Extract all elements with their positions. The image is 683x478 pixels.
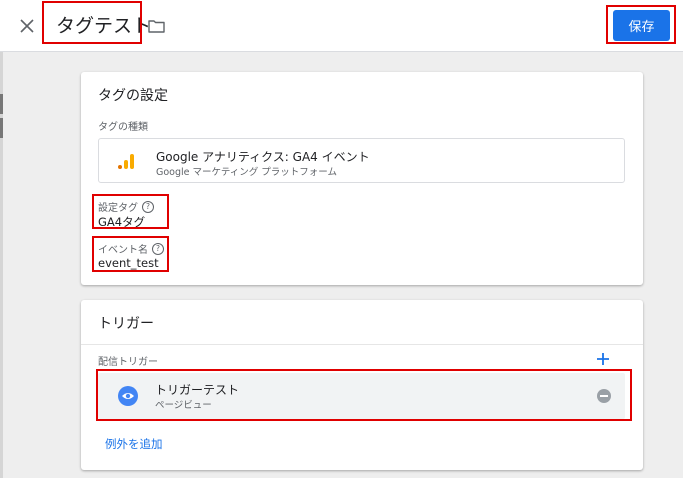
plus-icon <box>597 353 609 365</box>
tag-type-selector[interactable]: Google アナリティクス: GA4 イベント Google マーケティング … <box>98 138 625 183</box>
triggers-title: トリガー <box>98 316 154 332</box>
trigger-item[interactable]: トリガーテスト ページビュー <box>98 373 625 419</box>
event-name-value[interactable]: event_test <box>98 256 159 270</box>
left-gutter <box>0 52 3 478</box>
help-icon[interactable]: ? <box>152 242 164 255</box>
top-bar: タグテスト 保存 <box>0 0 683 52</box>
google-analytics-icon <box>118 154 134 169</box>
firing-triggers-label: 配信トリガー <box>98 357 158 368</box>
gutter-marker <box>0 94 3 114</box>
config-tag-value[interactable]: GA4タグ <box>98 214 145 230</box>
triggers-card: トリガー 配信トリガー トリガーテスト ページビュー 例外を追加 <box>81 300 643 470</box>
folder-icon <box>147 20 165 33</box>
save-button[interactable]: 保存 <box>613 10 670 41</box>
tag-type-name: Google アナリティクス: GA4 イベント <box>156 150 370 164</box>
add-exception-link[interactable]: 例外を追加 <box>105 436 163 452</box>
folder-button[interactable] <box>145 16 167 36</box>
tag-type-platform: Google マーケティング プラットフォーム <box>156 167 337 178</box>
add-trigger-button[interactable] <box>594 350 612 368</box>
close-button[interactable] <box>14 13 40 39</box>
config-tag-label-text: 設定タグ <box>98 203 138 214</box>
close-icon <box>20 19 34 33</box>
trigger-type: ページビュー <box>155 400 212 411</box>
event-name-label: イベント名 ? <box>98 241 164 256</box>
tag-config-title: タグの設定 <box>98 88 168 104</box>
page-title[interactable]: タグテスト <box>56 13 151 39</box>
trigger-name: トリガーテスト <box>155 383 240 397</box>
tag-type-label: タグの種類 <box>98 122 148 133</box>
eye-icon <box>118 386 138 406</box>
gutter-marker <box>0 118 3 138</box>
tag-config-card: タグの設定 タグの種類 Google アナリティクス: GA4 イベント Goo… <box>81 72 643 285</box>
remove-icon[interactable] <box>597 389 611 403</box>
help-icon[interactable]: ? <box>142 200 154 213</box>
config-tag-label: 設定タグ ? <box>98 199 154 214</box>
divider <box>81 344 643 345</box>
event-name-label-text: イベント名 <box>98 245 148 256</box>
